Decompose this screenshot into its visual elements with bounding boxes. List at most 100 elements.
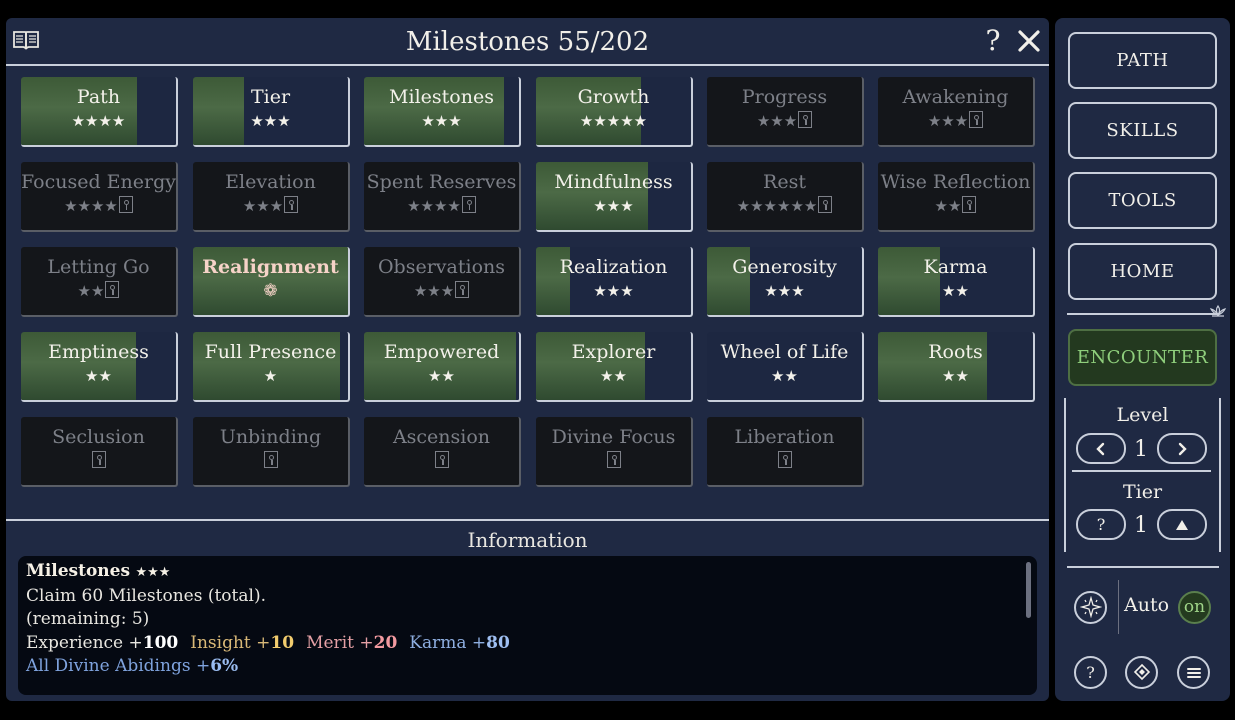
info-requirement: Claim 60 Milestones (total). — [26, 585, 266, 606]
tile-stars: ★ — [193, 366, 348, 386]
star-rating: ❁ — [263, 281, 278, 301]
milestone-tile[interactable]: Mindfulness ★★★ — [536, 162, 693, 232]
sidebar: PATH SKILLS TOOLS HOME ENCOUNTER Level 1… — [1055, 18, 1230, 701]
milestone-tile[interactable]: Realization ★★★ — [536, 247, 693, 317]
lock-icon — [455, 281, 470, 298]
menu-icon — [1186, 668, 1201, 678]
lock-icon — [461, 196, 476, 213]
milestone-tile[interactable]: Seclusion — [21, 417, 178, 487]
milestone-tile[interactable]: Realignment ❁ — [193, 247, 350, 317]
milestone-tile[interactable]: Progress ★★★ — [707, 77, 864, 147]
auto-toggle[interactable]: on — [1178, 591, 1211, 624]
lock-icon — [607, 451, 621, 468]
milestone-tile[interactable]: Wheel of Life ★★ — [707, 332, 864, 402]
tier-up-button[interactable] — [1157, 509, 1207, 540]
milestone-tile[interactable]: Elevation ★★★ — [193, 162, 350, 232]
tile-name: Elevation — [225, 171, 316, 193]
milestone-tile[interactable]: Tier ★★★ — [193, 77, 350, 147]
star-rating: ★★★ — [593, 282, 634, 300]
tile-stars: ★★ — [878, 281, 1033, 301]
milestone-tile[interactable]: Divine Focus — [536, 417, 693, 487]
star-rating: ★★ — [77, 282, 105, 300]
milestone-tile[interactable]: Emptiness ★★ — [21, 332, 178, 402]
sparkle-button[interactable] — [1074, 591, 1107, 624]
milestone-tile[interactable]: Rest ★★★★★★ — [707, 162, 864, 232]
milestone-grid: Path ★★★★ Tier ★★★ Milestones ★★★ Growth ★★★★★ P… — [21, 77, 1041, 489]
tile-name: Growth — [577, 86, 650, 108]
tile-stars: ★★ — [21, 281, 176, 301]
chevron-left-icon — [1096, 442, 1105, 456]
lock-icon — [105, 281, 120, 298]
milestone-tile[interactable]: Spent Reserves ★★★★ — [364, 162, 521, 232]
tile-stars: ★★ — [536, 366, 691, 386]
lotus-icon — [1209, 304, 1227, 317]
tile-name: Awakening — [902, 86, 1009, 108]
reward-value: 80 — [486, 632, 510, 653]
info-section-title: Information — [467, 528, 588, 552]
lock-icon — [92, 451, 106, 468]
tier-help-button[interactable]: ? — [1076, 509, 1126, 540]
tile-stars: ★★★ — [193, 111, 348, 131]
reward-mer: Merit +20 — [306, 632, 398, 653]
home-button[interactable]: HOME — [1068, 243, 1217, 300]
star-rating: ★★★★ — [64, 197, 118, 215]
tools-button[interactable]: TOOLS — [1068, 172, 1217, 229]
map-button[interactable] — [1125, 656, 1158, 689]
star-rating: ★★ — [428, 367, 455, 385]
tile-name: Generosity — [732, 256, 837, 278]
milestone-tile[interactable]: Roots ★★ — [878, 332, 1035, 402]
milestone-tile[interactable]: Awakening ★★★ — [878, 77, 1035, 147]
lock-icon — [818, 196, 833, 213]
lock-icon — [435, 451, 449, 468]
skills-button[interactable]: SKILLS — [1068, 102, 1217, 159]
tile-stars: ★★★★ — [21, 196, 176, 216]
help-button[interactable]: ? — [980, 24, 1006, 58]
info-heading: Milestones — [26, 561, 131, 581]
star-rating: ★★ — [600, 367, 627, 385]
close-icon[interactable] — [1014, 26, 1044, 56]
tile-name: Spent Reserves — [366, 171, 517, 193]
milestone-tile[interactable]: Karma ★★ — [878, 247, 1035, 317]
reward-kar: Karma +80 — [409, 632, 510, 653]
triangle-up-icon — [1176, 520, 1188, 530]
tile-name: Empowered — [383, 341, 500, 363]
divider — [6, 519, 1049, 521]
path-button[interactable]: PATH — [1068, 32, 1217, 89]
tier-label: Tier — [1122, 481, 1163, 503]
level-label: Level — [1116, 404, 1169, 426]
encounter-button[interactable]: ENCOUNTER — [1068, 329, 1217, 386]
scrollbar[interactable] — [1026, 562, 1031, 618]
tile-stars: ★★★ — [536, 281, 691, 301]
milestone-tile[interactable]: Observations ★★★ — [364, 247, 521, 317]
menu-button[interactable] — [1177, 656, 1210, 689]
diamond-icon — [1133, 663, 1150, 681]
level-next-button[interactable] — [1157, 433, 1207, 464]
milestone-tile[interactable]: Milestones ★★★ — [364, 77, 521, 147]
reward-ins: Insight +10 — [190, 632, 295, 653]
tile-stars: ★★★ — [878, 111, 1033, 131]
milestone-tile[interactable]: Path ★★★★ — [21, 77, 178, 147]
milestone-tile[interactable]: Focused Energy ★★★★ — [21, 162, 178, 232]
milestone-tile[interactable]: Wise Reflection ★★ — [878, 162, 1035, 232]
tile-name: Wise Reflection — [880, 171, 1031, 193]
star-rating: ★★★ — [242, 197, 284, 215]
star-rating: ★★★ — [250, 112, 291, 130]
milestone-tile[interactable]: Empowered ★★ — [364, 332, 521, 402]
tile-stars: ★★★★ — [364, 196, 519, 216]
star-rating: ★★★ — [413, 282, 455, 300]
info-box: Milestones ★★★ Claim 60 Milestones (tota… — [18, 556, 1037, 695]
tile-name: Divine Focus — [551, 426, 676, 448]
milestone-tile[interactable]: Ascension — [364, 417, 521, 487]
level-prev-button[interactable] — [1076, 433, 1126, 464]
milestone-tile[interactable]: Liberation — [707, 417, 864, 487]
milestone-tile[interactable]: Full Presence ★ — [193, 332, 350, 402]
milestone-tile[interactable]: Growth ★★★★★ — [536, 77, 693, 147]
milestone-tile[interactable]: Generosity ★★★ — [707, 247, 864, 317]
milestone-tile[interactable]: Unbinding — [193, 417, 350, 487]
star-rating: ★★ — [934, 197, 962, 215]
milestone-tile[interactable]: Letting Go ★★ — [21, 247, 178, 317]
help-button[interactable]: ? — [1074, 656, 1107, 689]
tier-value: 1 — [1134, 513, 1148, 538]
chevron-right-icon — [1178, 442, 1187, 456]
milestone-tile[interactable]: Explorer ★★ — [536, 332, 693, 402]
